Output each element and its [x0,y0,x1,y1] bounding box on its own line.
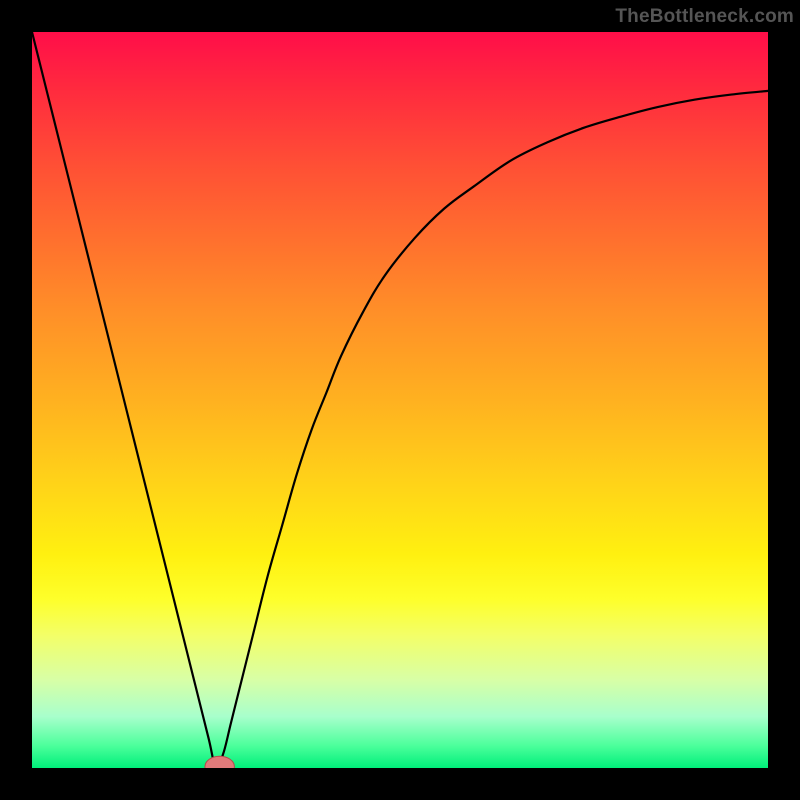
chart-frame: TheBottleneck.com [0,0,800,800]
chart-svg [32,32,768,768]
curve-line [32,32,768,768]
watermark-text: TheBottleneck.com [615,6,794,28]
plot-area [32,32,768,768]
minimum-marker [205,756,234,768]
